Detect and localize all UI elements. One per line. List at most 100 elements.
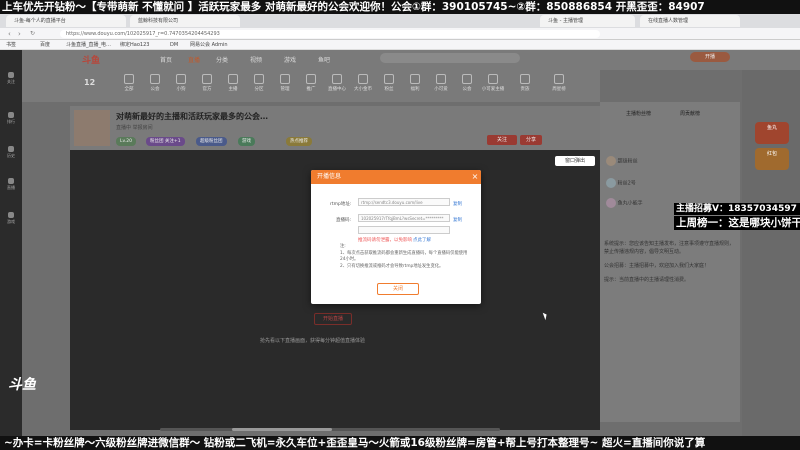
rank-row: 粉丝2号 [606, 178, 636, 188]
close-icon[interactable]: × [470, 172, 480, 182]
badge[interactable]: 游戏 [238, 137, 255, 146]
copy-rtmp-link[interactable]: 复制 [453, 201, 462, 207]
nav-item[interactable]: 鱼吧 [318, 55, 330, 64]
category-icon [280, 74, 290, 84]
note-line: 1、每次点击获取推流码都会重新生成直播码，每个直播码仅能使用24小时。 [340, 250, 468, 263]
rank-row: 超级粉丝 [606, 156, 638, 166]
left-nav-label: 历史 [7, 153, 15, 158]
stream-code-field[interactable]: 102025917rTfqjBmL?wsSecret=********* [358, 214, 450, 222]
category-label: 粉丝 [384, 87, 394, 92]
forward-icon[interactable]: › [18, 30, 21, 38]
category-label: 小可爱主播 [481, 87, 505, 92]
bottom-marquee: ~办卡=卡粉丝牌～六级粉丝牌进微信群～ 钻粉或二飞机=永久车位+歪歪皇马～火箭或… [0, 436, 800, 450]
copy-code-link[interactable]: 复制 [453, 217, 462, 223]
gamepad-icon [8, 212, 14, 218]
popout-button[interactable]: 窗口弹出 [555, 156, 595, 166]
follow-button[interactable]: 关注 [487, 135, 517, 145]
browser-tab[interactable]: 蓝鲸科技有限公司 [130, 15, 240, 27]
left-nav-item[interactable]: 历史 [2, 146, 20, 159]
chat-message: 提示：当前直播中的主播请理性消费。 [604, 277, 690, 283]
badge[interactable]: 粉丝团 关注+1 [146, 137, 185, 146]
left-nav-item[interactable]: 直播 [2, 178, 20, 191]
line-select[interactable] [358, 226, 450, 234]
left-nav-label: 游戏 [7, 219, 15, 224]
category-label: 福利 [410, 87, 420, 92]
scrollbar-thumb[interactable] [232, 428, 332, 431]
tv-icon [8, 178, 14, 184]
avatar[interactable] [74, 110, 110, 146]
nav-item[interactable]: 视频 [250, 55, 262, 64]
browser-tab[interactable]: 在线直播人数管理 [640, 15, 740, 27]
left-nav-item[interactable]: 关注 [2, 72, 20, 85]
start-stream-button[interactable]: 开始直播 [314, 313, 352, 325]
nav-item[interactable]: 首页 [160, 55, 172, 64]
dialog-notes: 注: 1、每次点击获取推流码都会重新生成直播码，每个直播码仅能使用24小时。 2… [340, 244, 470, 270]
browser-tab[interactable]: 斗鱼-每个人的直播平台 [6, 15, 126, 27]
category-label: 主播 [228, 87, 238, 92]
category-icon [124, 74, 134, 84]
category-label: 公会 [150, 87, 160, 92]
rank-tab[interactable]: 主播粉丝榜 [626, 110, 651, 117]
category-icon [554, 74, 564, 84]
trophy-icon [8, 112, 14, 118]
learn-more-link[interactable]: 点此了解 [413, 237, 431, 243]
nav-item-active[interactable]: 直播 [188, 55, 200, 64]
rtmp-field[interactable]: rtmp://sendtc3.douyu.com/live [358, 198, 450, 206]
gift-banner[interactable]: 红包 [755, 148, 789, 170]
rank-row: 鱼丸小能手 [606, 198, 643, 208]
badge[interactable]: 超级粉丝团 [196, 137, 227, 146]
category-label: 小狗 [176, 87, 186, 92]
note-line: 2、只有切换推流或推码才会导致rtmp地址发生变化。 [340, 263, 444, 269]
category-label: 推广 [306, 87, 316, 92]
category-icon [462, 74, 472, 84]
left-nav-item[interactable]: 游戏 [2, 212, 20, 225]
url-input[interactable]: https://www.douyu.com/102025917_r=0.7470… [60, 30, 600, 38]
bookmark-item[interactable]: 斗鱼直播_直播_电… [66, 40, 111, 50]
site-logo[interactable]: 斗鱼 [82, 53, 100, 66]
video-hint: 抢先看以下直播画面，获得每分钟超值直播体验 [260, 338, 366, 344]
douyu-watermark: 斗鱼 [8, 377, 36, 393]
rank-number: 12 [84, 78, 96, 87]
category-label: 全部 [124, 87, 134, 92]
avatar [606, 156, 616, 166]
code-label: 直播码: [336, 218, 352, 223]
left-nav-label: 排行 [7, 119, 15, 124]
category-item[interactable]: 周星榜 [544, 74, 574, 92]
category-label: 大小金币 [354, 87, 372, 92]
warning-text: 推流码请勿泄露，以免影响 [358, 238, 412, 243]
close-dialog-button[interactable]: 关闭 [377, 283, 419, 295]
nav-item[interactable]: 游戏 [284, 55, 296, 64]
recruit-overlay: 主播招募V：18357034597 [674, 203, 800, 215]
left-nav-label: 关注 [7, 79, 15, 84]
start-live-button[interactable]: 开播 [690, 52, 730, 62]
badge[interactable]: 热点推荐 [286, 137, 312, 146]
category-icon [488, 74, 498, 84]
bookmark-item[interactable]: 绑定Hao123 [120, 40, 149, 50]
share-button[interactable]: 分享 [520, 135, 542, 145]
category-item[interactable]: 贵族 [510, 74, 540, 92]
rank-name: 粉丝2号 [617, 180, 636, 187]
screen: 上车优先开钻粉～【专带萌新 不懂就问 】活跃玩家最多 对萌新最好的公会欢迎你！公… [0, 0, 800, 450]
category-item[interactable]: 小可爱主播 [478, 74, 508, 92]
category-icon [520, 74, 530, 84]
back-icon[interactable]: ‹ [8, 30, 11, 38]
left-nav-item[interactable]: 排行 [2, 112, 20, 125]
browser-tab[interactable]: 斗鱼 - 主播管理 [540, 15, 635, 27]
rank-tab[interactable]: 周贡献榜 [680, 110, 700, 117]
nav-item[interactable]: 分类 [216, 55, 228, 64]
avatar [606, 198, 616, 208]
reload-icon[interactable]: ↻ [30, 30, 35, 37]
category-label: 小可爱 [434, 87, 448, 92]
bookmark-item[interactable]: 百度 [40, 40, 50, 50]
left-nav-label: 直播 [7, 185, 15, 190]
gift-banner[interactable]: 鱼丸 [755, 122, 789, 144]
search-input[interactable] [380, 53, 520, 63]
chat-message: 公会招募：主播招募中，欢迎加入我们大家庭！ [604, 263, 710, 269]
category-icon [358, 74, 368, 84]
bookmark-item[interactable]: DM [170, 40, 178, 50]
category-icon [436, 74, 446, 84]
dialog-title: 开播信息 [311, 170, 481, 184]
bookmark-item[interactable]: 网易公会 Admin [190, 40, 228, 50]
category-label: 公会 [462, 87, 472, 92]
bookmark-item[interactable]: 书签 [6, 40, 16, 50]
